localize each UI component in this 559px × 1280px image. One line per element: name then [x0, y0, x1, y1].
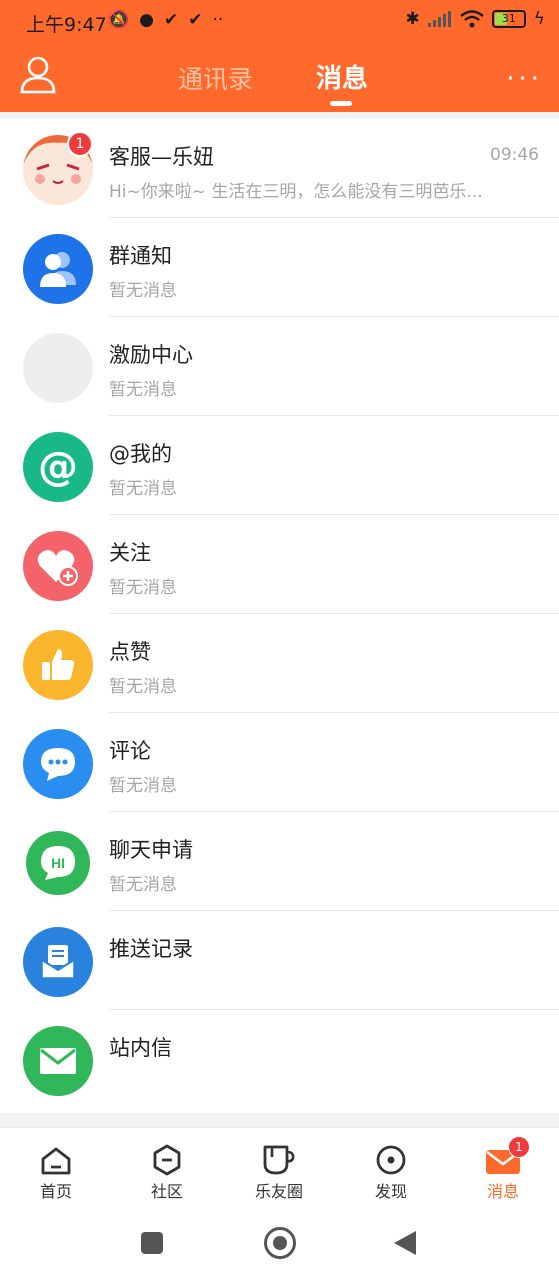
nav-home[interactable]: 首页: [11, 1128, 101, 1202]
tab-contacts[interactable]: 通讯录: [178, 60, 253, 96]
heart-plus-icon: [23, 531, 93, 601]
list-bottom-gap: [0, 1113, 559, 1127]
mail-icon: [23, 1026, 93, 1096]
list-item-subtitle: 暂无消息: [109, 677, 177, 697]
list-item[interactable]: 群通知 暂无消息: [0, 218, 559, 317]
list-item[interactable]: 评论 暂无消息: [0, 713, 559, 812]
thumbs-up-icon: [23, 630, 93, 700]
list-item-title: 站内信: [109, 1036, 172, 1060]
list-item-title: 评论: [109, 739, 151, 763]
recents-button[interactable]: [141, 1232, 163, 1254]
list-item[interactable]: 点赞 暂无消息: [0, 614, 559, 713]
list-item-title: 关注: [109, 541, 151, 565]
placeholder-icon: [23, 333, 93, 403]
community-icon: [153, 1144, 181, 1176]
list-item-subtitle: Hi~你来啦~ 生活在三明，怎么能没有三明芭乐...: [109, 182, 483, 202]
tab-messages[interactable]: 消息: [316, 58, 368, 95]
list-item[interactable]: 激励中心 暂无消息: [0, 317, 559, 416]
status-time: 上午9:47: [26, 14, 107, 36]
list-item-subtitle: 暂无消息: [109, 281, 177, 301]
check-icon: ✔: [164, 10, 179, 30]
list-item-subtitle: 暂无消息: [109, 776, 177, 796]
dots-icon: ··: [212, 10, 224, 30]
nav-label: 消息: [486, 1182, 519, 1201]
nav-label: 社区: [150, 1182, 183, 1201]
status-right: ✱ 31 ϟ: [406, 9, 545, 29]
list-item-time: 09:46: [490, 145, 539, 165]
nav-community[interactable]: 社区: [122, 1128, 212, 1202]
header-nav: 通讯录 消息 ···: [0, 44, 559, 112]
nav-friend-circle[interactable]: 乐友圈: [234, 1128, 324, 1202]
list-item-subtitle: 暂无消息: [109, 479, 177, 499]
back-button[interactable]: [394, 1231, 416, 1255]
list-item-subtitle: 暂无消息: [109, 380, 177, 400]
list-top-gap: [0, 112, 559, 119]
comment-icon: [23, 729, 93, 799]
list-item-title: 群通知: [109, 244, 172, 268]
list-item-title: 激励中心: [109, 343, 193, 367]
bottom-nav: 首页 社区 乐友圈 发现 1 消息: [0, 1127, 559, 1209]
profile-icon[interactable]: [20, 56, 56, 94]
list-item-title: 点赞: [109, 640, 151, 664]
list-item[interactable]: HI 聊天申请 暂无消息: [0, 812, 559, 911]
message-list: 1 客服—乐妞 09:46 Hi~你来啦~ 生活在三明，怎么能没有三明芭乐...…: [0, 112, 559, 1114]
nav-discover[interactable]: 发现: [346, 1128, 436, 1202]
notification-icons: 🔕 ● ✔ ✔ ··: [108, 10, 223, 30]
tab-indicator: [330, 101, 352, 106]
list-item[interactable]: 1 客服—乐妞 09:46 Hi~你来啦~ 生活在三明，怎么能没有三明芭乐...: [0, 119, 559, 218]
status-bar: 上午9:47 🔕 ● ✔ ✔ ·· ✱ 31 ϟ: [0, 0, 559, 44]
more-icon[interactable]: ···: [506, 64, 543, 94]
nav-messages[interactable]: 1 消息: [458, 1128, 548, 1202]
cup-icon: [263, 1145, 295, 1175]
discover-icon: [376, 1145, 406, 1175]
group-icon: [23, 234, 93, 304]
nav-label: 发现: [374, 1182, 407, 1201]
list-item[interactable]: 站内信: [0, 1010, 559, 1109]
battery-icon: 31: [491, 10, 526, 28]
wifi-icon: [459, 10, 484, 28]
svg-text:HI: HI: [51, 855, 65, 871]
mute-icon: 🔕: [108, 10, 130, 30]
unread-badge: 1: [508, 1136, 530, 1158]
app-header: 上午9:47 🔕 ● ✔ ✔ ·· ✱ 31 ϟ 通讯录 消息 ···: [0, 0, 559, 112]
home-button[interactable]: [264, 1227, 296, 1259]
list-item-title: 客服—乐妞: [109, 145, 214, 169]
charging-icon: ϟ: [533, 9, 545, 29]
chat-hi-icon: HI: [26, 831, 90, 895]
list-item[interactable]: 推送记录: [0, 911, 559, 1010]
list-item-title: 推送记录: [109, 937, 193, 961]
home-icon: [41, 1147, 71, 1175]
list-item[interactable]: 关注 暂无消息: [0, 515, 559, 614]
list-item-subtitle: 暂无消息: [109, 875, 177, 895]
unread-badge: 1: [67, 131, 93, 157]
nav-label: 乐友圈: [254, 1182, 303, 1201]
signal-icon: [427, 11, 451, 27]
check-icon: ✔: [188, 10, 203, 30]
list-item-title: 聊天申请: [109, 838, 193, 862]
at-icon: @: [23, 432, 93, 502]
bluetooth-icon: ✱: [405, 9, 420, 29]
chat-notification-icon: ●: [139, 10, 155, 30]
nav-label: 首页: [39, 1182, 72, 1201]
push-inbox-icon: [23, 927, 93, 997]
list-item[interactable]: @ @我的 暂无消息: [0, 416, 559, 515]
list-item-title: @我的: [109, 442, 172, 466]
system-nav-bar: [0, 1209, 559, 1280]
list-item-subtitle: 暂无消息: [109, 578, 177, 598]
